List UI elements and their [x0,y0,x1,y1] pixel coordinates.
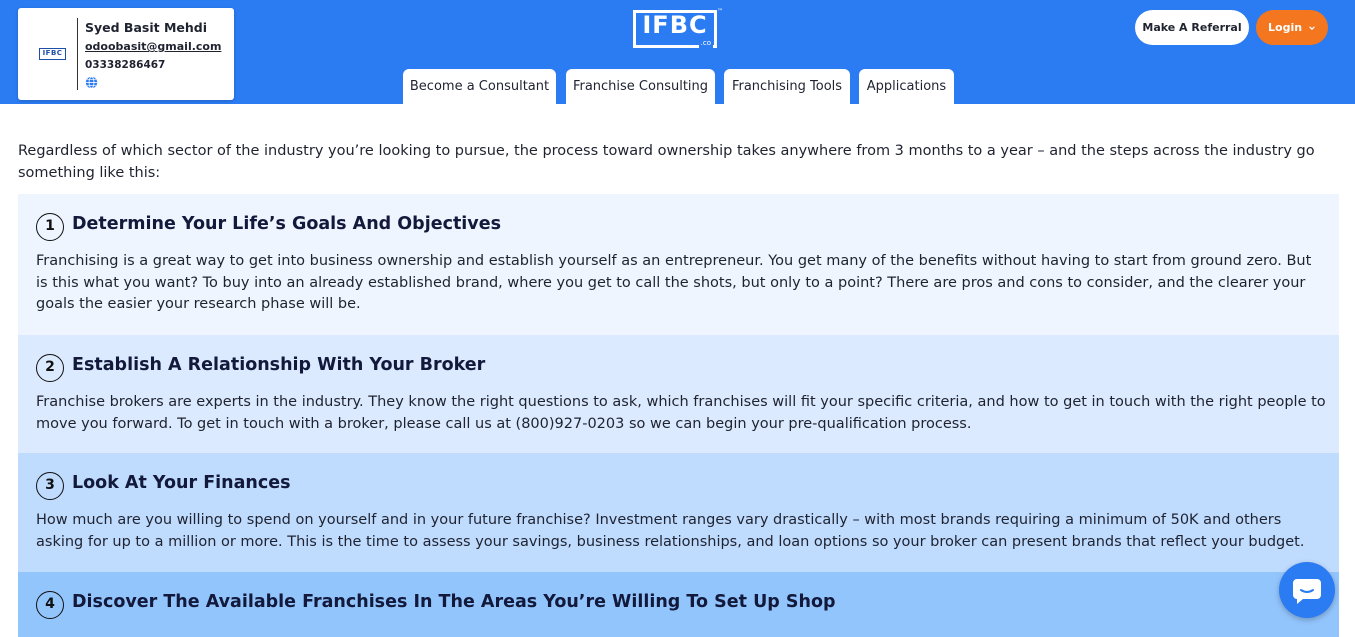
step-number-badge: 3 [36,472,64,500]
profile-logo: IFBC [39,48,66,60]
user-profile-card[interactable]: IFBC Syed Basit Mehdi odoobasit@gmail.co… [18,8,234,100]
profile-phone: 03338286467 [85,59,166,71]
tab-applications[interactable]: Applications [859,69,954,104]
globe-icon[interactable] [85,76,98,89]
step-number-badge: 1 [36,213,64,241]
step-card: 4 Discover The Available Franchises In T… [18,572,1339,637]
step-card: 3 Look At Your Finances How much are you… [18,453,1339,572]
tab-franchising-tools[interactable]: Franchising Tools [724,69,850,104]
login-button[interactable]: Login [1256,10,1328,45]
step-description: Franchise brokers are experts in the ind… [36,394,1326,432]
brand-logo[interactable]: IFBC .co ™ [633,8,723,48]
step-card: 1 Determine Your Life’s Goals And Object… [18,194,1339,335]
chat-launcher-button[interactable] [1279,562,1335,618]
step-title: Look At Your Finances [72,473,291,493]
intro-paragraph: Regardless of which sector of the indust… [18,143,1315,181]
step-card: 2 Establish A Relationship With Your Bro… [18,335,1339,453]
brand-logo-suffix: .co [698,39,713,48]
make-referral-button[interactable]: Make A Referral [1135,10,1249,45]
chevron-down-icon [1309,26,1315,31]
profile-email-link[interactable]: odoobasit@gmail.com [85,40,221,53]
step-number-badge: 2 [36,354,64,382]
step-title: Discover The Available Franchises In The… [72,592,836,612]
brand-logo-text: IFBC [642,11,708,39]
login-label: Login [1268,21,1303,34]
chat-bubble-icon [1293,579,1321,604]
profile-divider [77,18,78,90]
profile-name: Syed Basit Mehdi [85,20,207,35]
step-title: Determine Your Life’s Goals And Objectiv… [72,214,501,234]
brand-trademark: ™ [717,8,723,15]
step-description: How much are you willing to spend on you… [36,512,1305,550]
tab-become-a-consultant[interactable]: Become a Consultant [403,69,556,104]
step-description: Franchising is a great way to get into b… [36,253,1312,312]
step-number-badge: 4 [36,591,64,619]
step-title: Establish A Relationship With Your Broke… [72,355,486,375]
site-header: IFBC Syed Basit Mehdi odoobasit@gmail.co… [0,0,1355,104]
tab-franchise-consulting[interactable]: Franchise Consulting [566,69,715,104]
